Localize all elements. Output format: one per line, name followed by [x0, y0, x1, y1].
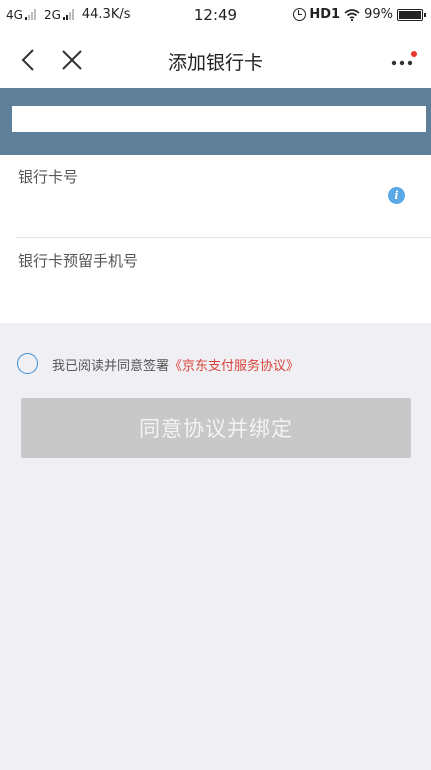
- cardholder-name-input[interactable]: [12, 106, 426, 132]
- battery-icon: [397, 8, 426, 21]
- agreement-row: 我已阅读并同意签署《京东支付服务协议》: [0, 348, 431, 378]
- info-icon[interactable]: i: [388, 187, 405, 204]
- card-number-input[interactable]: [18, 191, 368, 219]
- phone-label: 银行卡预留手机号: [18, 252, 139, 270]
- phone-input[interactable]: [18, 275, 368, 303]
- status-right: HD1 99%: [293, 7, 426, 22]
- screen: 4G 2G 44.3K/s 12:49 HD1 99% 添加银行卡 银行卡号 i…: [0, 0, 431, 770]
- nav-bar: 添加银行卡: [0, 32, 431, 88]
- bank-card-form: 银行卡号 i 银行卡预留手机号: [0, 155, 431, 323]
- alarm-icon: [293, 8, 307, 21]
- card-number-label: 银行卡号: [18, 168, 79, 186]
- cardholder-band: [0, 88, 431, 155]
- chevron-left-icon[interactable]: [17, 48, 41, 72]
- close-icon[interactable]: [60, 48, 84, 72]
- wifi-icon: [344, 8, 360, 21]
- agree-radio-icon[interactable]: [17, 353, 38, 374]
- agreement-link[interactable]: 《京东支付服务协议》: [169, 359, 299, 374]
- agreement-text: 我已阅读并同意签署《京东支付服务协议》: [52, 355, 299, 374]
- notification-dot: [411, 51, 417, 57]
- row-divider: [16, 237, 431, 238]
- agreement-prefix: 我已阅读并同意签署: [52, 359, 170, 374]
- battery-percent: 99%: [364, 7, 393, 22]
- hd-label: HD1: [309, 7, 341, 22]
- phone-row: 银行卡预留手机号: [0, 239, 431, 323]
- agree-and-bind-button[interactable]: 同意协议并绑定: [21, 398, 411, 458]
- card-number-row: 银行卡号 i: [0, 155, 431, 237]
- status-bar: 4G 2G 44.3K/s 12:49 HD1 99%: [0, 0, 431, 32]
- more-dots-icon[interactable]: [389, 50, 419, 72]
